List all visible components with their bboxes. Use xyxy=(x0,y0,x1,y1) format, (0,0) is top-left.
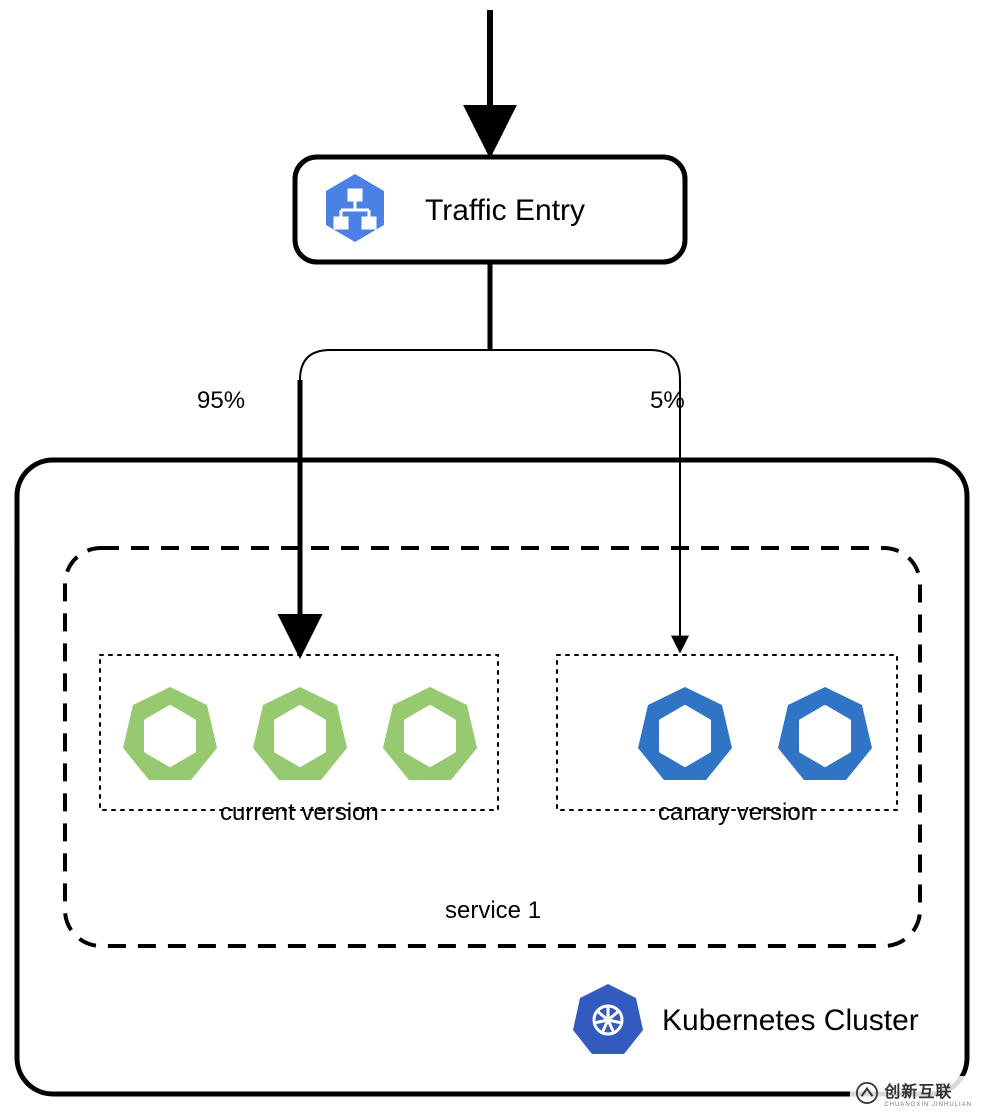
current-version-label: current version xyxy=(220,799,379,826)
cluster-label: Kubernetes Cluster xyxy=(662,1004,919,1037)
watermark-sub: CHUANGXIN JINHULIAN xyxy=(884,1102,972,1108)
current-pod-1 xyxy=(123,687,217,780)
split-right-label: 5% xyxy=(650,387,685,414)
watermark-brand: 创新互联 xyxy=(884,1084,952,1101)
canary-pod-1 xyxy=(638,687,732,780)
canary-pod-2 xyxy=(778,687,872,780)
split-left-label: 95% xyxy=(197,387,245,414)
canary-version-label: canary version xyxy=(658,799,814,826)
watermark: 创新互联 CHUANGXIN JINHULIAN xyxy=(850,1076,978,1112)
current-pod-3 xyxy=(383,687,477,780)
split-bar xyxy=(300,350,680,380)
k8s-icon xyxy=(573,984,643,1054)
current-pod-2 xyxy=(253,687,347,780)
diagram-canvas: Traffic Entry 95% 5% current version can… xyxy=(0,0,984,1118)
service-label: service 1 xyxy=(445,897,541,924)
watermark-icon xyxy=(856,1082,878,1104)
traffic-entry-node: Traffic Entry xyxy=(295,157,685,262)
traffic-entry-label: Traffic Entry xyxy=(425,194,585,227)
